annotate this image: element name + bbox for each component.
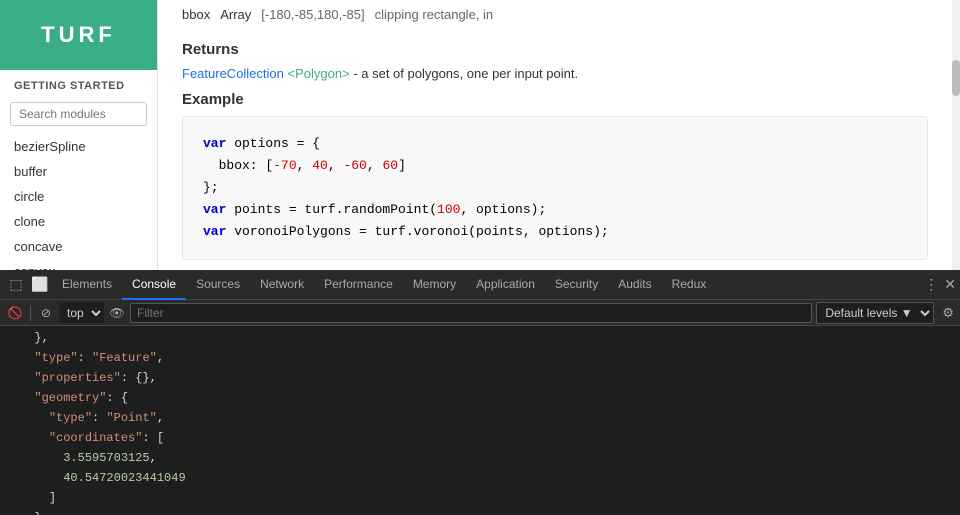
devtools-panel: ⬚ ⬜ Elements Console Sources Network Per… [0, 270, 960, 515]
scrollbar-track[interactable] [952, 0, 960, 270]
tab-application[interactable]: Application [466, 270, 545, 300]
sidebar-item-clone[interactable]: clone [0, 209, 157, 234]
returns-title: Returns [182, 41, 928, 58]
console-line: "type": "Point", [0, 408, 960, 428]
sidebar-item-convex[interactable]: convex [0, 259, 157, 270]
devtools-device-icon[interactable]: ⬜ [28, 273, 52, 297]
param-default: [-180,-85,180,-85] [261, 4, 374, 25]
param-name: bbox [182, 4, 220, 25]
tab-network[interactable]: Network [250, 270, 314, 300]
table-area: bbox Array [-180,-85,180,-85] clipping r… [182, 4, 928, 25]
returns-link1[interactable]: FeatureCollection [182, 66, 284, 81]
search-input[interactable] [10, 102, 147, 126]
sidebar-item-circle[interactable]: circle [0, 184, 157, 209]
toolbar-sep1 [30, 305, 31, 321]
log-level-select[interactable]: Default levels ▼ [816, 302, 934, 324]
devtools-inspect-icon[interactable]: ⬚ [4, 273, 28, 297]
returns-text: FeatureCollection <Polygon> - a set of p… [182, 66, 928, 81]
devtools-tabbar: ⬚ ⬜ Elements Console Sources Network Per… [0, 270, 960, 300]
returns-link2[interactable]: <Polygon> [288, 66, 350, 81]
devtools-close-icon[interactable]: ✕ [944, 276, 956, 293]
sidebar: TURF GETTING STARTED bezierSpline buffer… [0, 0, 158, 270]
tab-redux[interactable]: Redux [662, 270, 717, 300]
param-type: Array [220, 4, 261, 25]
tab-performance[interactable]: Performance [314, 270, 403, 300]
scrollbar-thumb[interactable] [952, 60, 960, 96]
console-line: "coordinates": [ [0, 428, 960, 448]
main-content: bbox Array [-180,-85,180,-85] clipping r… [158, 0, 952, 270]
console-line: } [0, 508, 960, 515]
code-line-2: bbox: [-70, 40, -60, 60] [203, 155, 907, 177]
sidebar-item-buffer[interactable]: buffer [0, 159, 157, 184]
eye-icon[interactable]: 👁 [108, 304, 126, 322]
tab-memory[interactable]: Memory [403, 270, 466, 300]
console-line: "type": "Feature", [0, 348, 960, 368]
tab-audits[interactable]: Audits [608, 270, 661, 300]
devtools-more-icon[interactable]: ⋮ [924, 276, 938, 293]
code-line-3: }; [203, 177, 907, 199]
console-line: 3.5595703125, [0, 448, 960, 468]
code-line-4: var points = turf.randomPoint(100, optio… [203, 199, 907, 221]
code-line-1: var options = { [203, 133, 907, 155]
console-line: }, [0, 328, 960, 348]
example-title: Example [182, 91, 928, 108]
params-table: bbox Array [-180,-85,180,-85] clipping r… [182, 4, 503, 25]
console-line: 40.54720023441049 [0, 468, 960, 488]
console-filter-icon[interactable]: ⊘ [37, 304, 55, 322]
devtools-end-icons: ⋮ ✕ [924, 276, 956, 293]
code-example: var options = { bbox: [-70, 40, -60, 60]… [182, 116, 928, 260]
returns-desc: - a set of polygons, one per input point… [353, 66, 578, 81]
sidebar-item-bezierSpline[interactable]: bezierSpline [0, 134, 157, 159]
code-line-5: var voronoiPolygons = turf.voronoi(point… [203, 221, 907, 243]
settings-gear-icon[interactable]: ⚙ [942, 305, 954, 321]
sidebar-section-title: GETTING STARTED [0, 70, 157, 98]
filter-input[interactable] [130, 303, 812, 323]
context-select[interactable]: top [59, 303, 104, 323]
console-line: ] [0, 488, 960, 508]
sidebar-item-concave[interactable]: concave [0, 234, 157, 259]
console-line: "properties": {}, [0, 368, 960, 388]
console-line: "geometry": { [0, 388, 960, 408]
tab-sources[interactable]: Sources [186, 270, 250, 300]
table-row: bbox Array [-180,-85,180,-85] clipping r… [182, 4, 503, 25]
sidebar-logo: TURF [41, 22, 116, 48]
tab-elements[interactable]: Elements [52, 270, 122, 300]
tab-security[interactable]: Security [545, 270, 608, 300]
console-output[interactable]: }, "type": "Feature", "properties": {}, … [0, 326, 960, 515]
devtools-toolbar: 🚫 ⊘ top 👁 Default levels ▼ ⚙ [0, 300, 960, 326]
sidebar-search [0, 98, 157, 134]
param-desc: clipping rectangle, in [375, 4, 504, 25]
clear-console-icon[interactable]: 🚫 [6, 304, 24, 322]
main-layout: TURF GETTING STARTED bezierSpline buffer… [0, 0, 960, 270]
sidebar-nav: bezierSpline buffer circle clone concave… [0, 134, 157, 270]
sidebar-header: TURF [0, 0, 157, 70]
tab-console[interactable]: Console [122, 270, 186, 300]
